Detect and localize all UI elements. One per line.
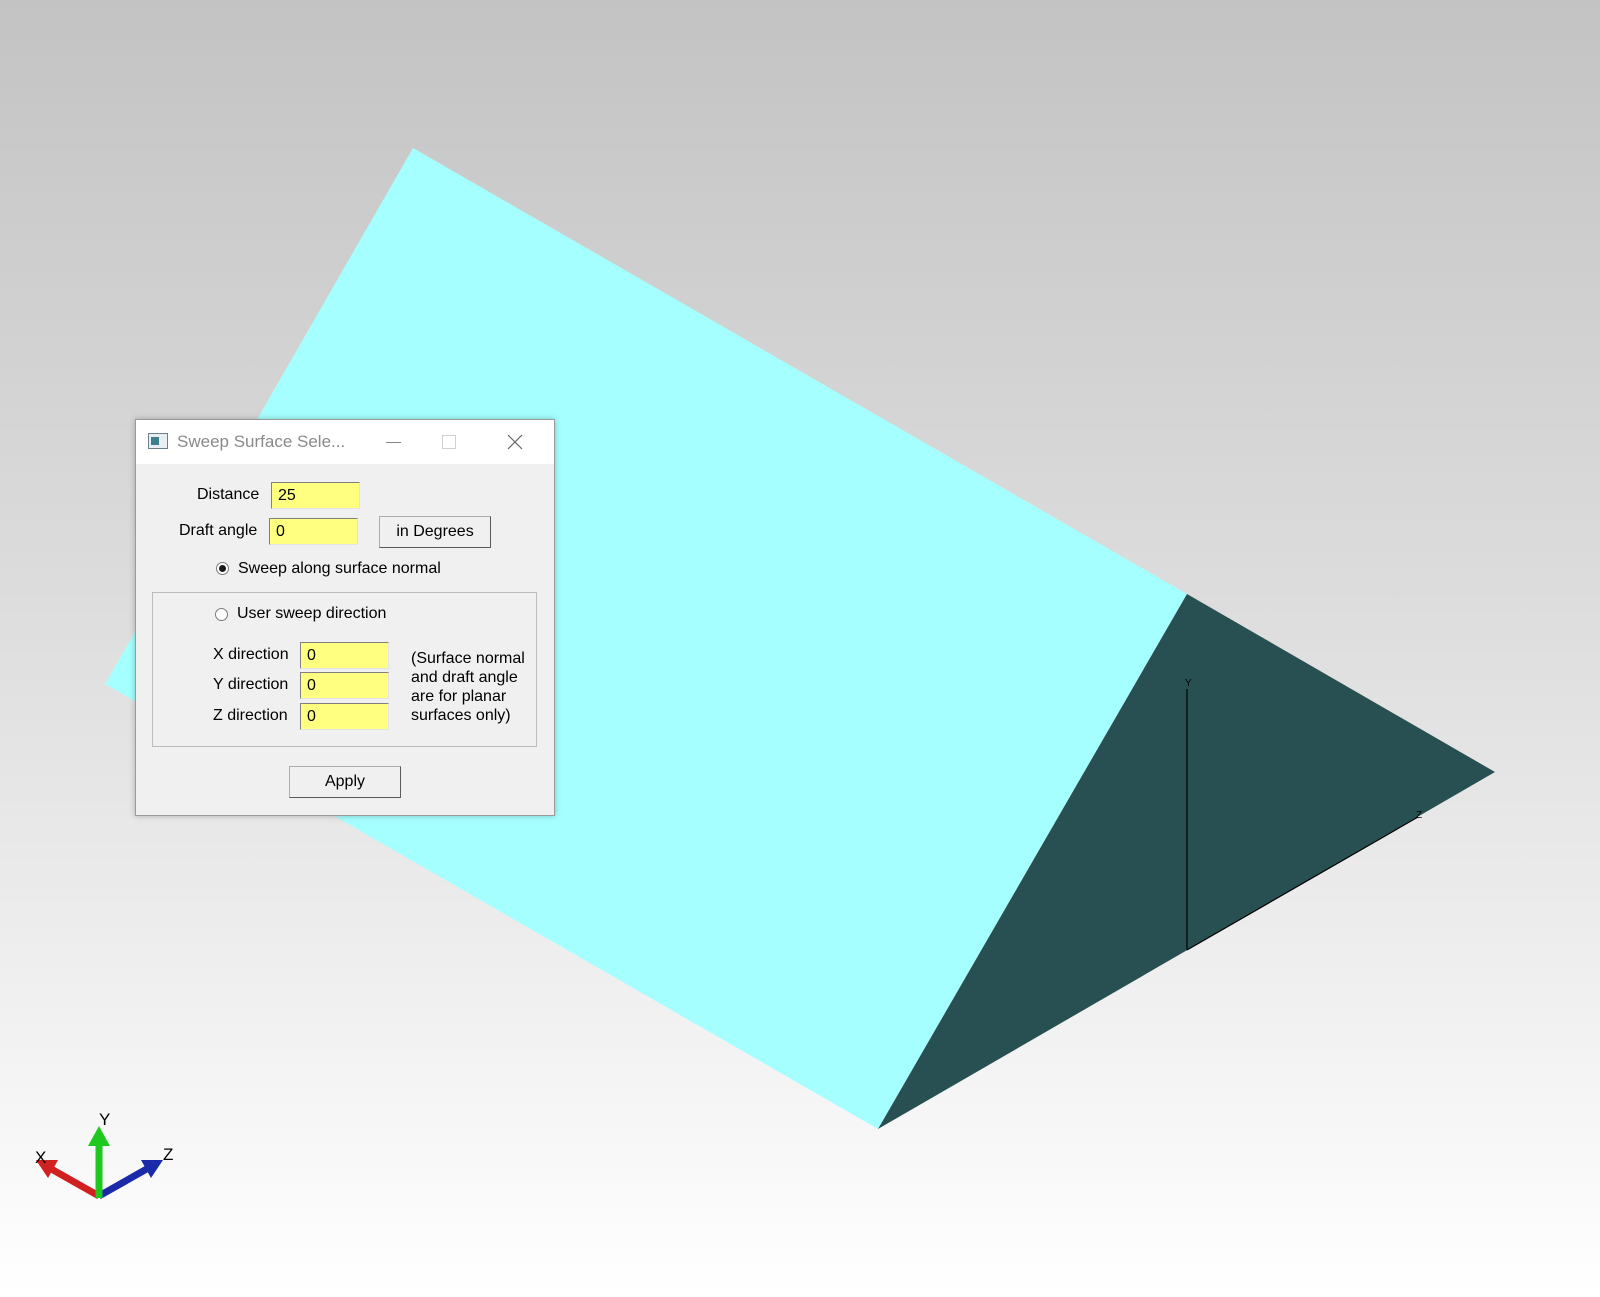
- sweep-surface-dialog: Sweep Surface Sele... Distance Draft ang…: [135, 419, 555, 816]
- x-direction-input[interactable]: [300, 642, 389, 669]
- triad-y-label: Y: [99, 1110, 110, 1129]
- triad-x-label: X: [35, 1148, 46, 1167]
- dialog-title: Sweep Surface Sele...: [177, 432, 346, 451]
- triad-z-label: Z: [163, 1145, 173, 1164]
- x-direction-label: X direction: [213, 646, 289, 663]
- maximize-button[interactable]: [426, 420, 472, 464]
- app-window-icon: [148, 433, 168, 449]
- z-direction-input[interactable]: [300, 703, 389, 730]
- close-button[interactable]: [493, 420, 539, 464]
- z-direction-label: Z direction: [213, 707, 288, 724]
- triad-x-axis: [44, 1162, 101, 1200]
- orientation-triad: X Y Z: [35, 1110, 173, 1200]
- in-degrees-button[interactable]: in Degrees: [379, 516, 491, 548]
- apply-button[interactable]: Apply: [289, 766, 401, 798]
- draft-angle-label: Draft angle: [179, 522, 258, 539]
- triad-z-axis: [97, 1162, 154, 1200]
- y-direction-label: Y direction: [213, 676, 289, 693]
- planar-surface-note: (Surface normal and draft angle are for …: [411, 650, 525, 724]
- dialog-titlebar[interactable]: Sweep Surface Sele...: [136, 420, 554, 464]
- y-direction-input[interactable]: [300, 672, 389, 699]
- local-y-axis-label: Y: [1185, 678, 1192, 689]
- user-sweep-label[interactable]: User sweep direction: [237, 605, 386, 623]
- sweep-normal-radio[interactable]: [216, 562, 229, 575]
- sweep-normal-label[interactable]: Sweep along surface normal: [238, 560, 441, 578]
- minimize-button[interactable]: [370, 420, 416, 464]
- local-z-axis-label: Z: [1416, 810, 1422, 821]
- draft-angle-input[interactable]: [269, 518, 358, 545]
- triad-y-arrowhead: [88, 1126, 110, 1146]
- close-icon: [507, 434, 523, 450]
- distance-label: Distance: [197, 486, 260, 503]
- distance-input[interactable]: [271, 482, 360, 509]
- user-sweep-radio[interactable]: [215, 608, 228, 621]
